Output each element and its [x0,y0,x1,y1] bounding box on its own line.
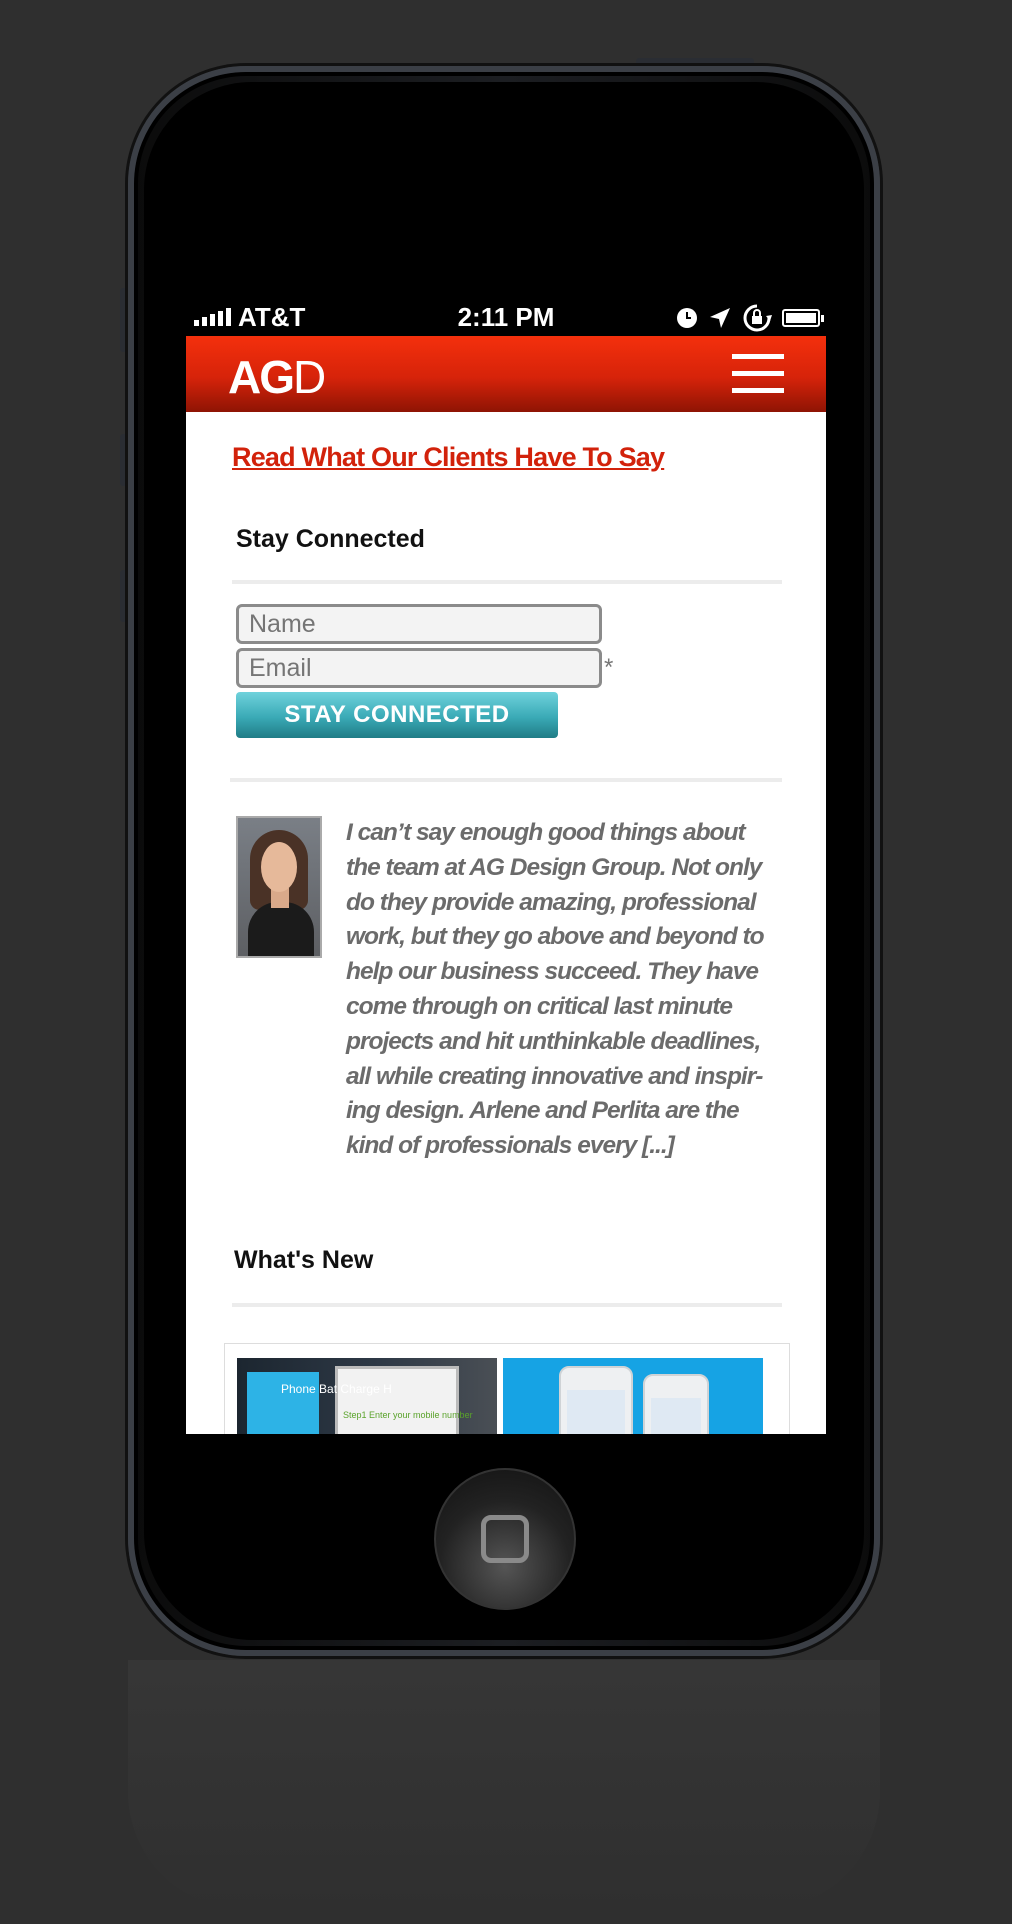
section-divider [232,1302,782,1307]
hamburger-menu-icon[interactable] [732,354,784,393]
project-thumbnail[interactable]: Phone Bat Charge H Step1 Enter your mobi… [237,1357,497,1434]
testimonial-quote: I can’t say enough good things about the… [346,819,765,1160]
name-input[interactable] [236,604,602,644]
email-input[interactable] [236,648,602,688]
home-button[interactable] [434,1468,576,1610]
section-divider [230,778,782,782]
thumbnail-caption: Phone Bat Charge H [281,1381,392,1396]
phone-reflection [128,1660,880,1910]
testimonial: I can’t say enough good things about the… [232,816,782,1164]
required-marker: * [604,654,614,681]
phone-screen: AT&T 2:11 PM AGD Read What Our Clients H… [186,298,826,1434]
logo-bold-text: AG [228,351,295,403]
client-photo [236,816,322,958]
project-thumbnail[interactable] [503,1357,763,1434]
mute-switch [120,288,128,352]
clock-icon [677,308,697,328]
clients-testimonials-link[interactable]: Read What Our Clients Have To Say [232,442,782,473]
battery-icon [782,309,824,327]
stay-connected-button[interactable]: STAY CONNECTED [236,692,558,738]
agd-logo[interactable]: AGD [228,350,326,404]
logo-thin-text: D [293,351,326,403]
volume-up-button [120,434,128,486]
whats-new-gallery: Phone Bat Charge H Step1 Enter your mobi… [224,1342,790,1434]
whats-new-title: What's New [234,1245,374,1274]
thumbnail-step-text: Step1 Enter your mobile number [343,1409,473,1420]
email-row: * [236,648,782,688]
stay-connected-title: Stay Connected [236,525,425,553]
rotation-lock-icon [743,304,772,332]
main-content: Read What Our Clients Have To Say Stay C… [186,442,826,1434]
power-button [636,58,754,66]
volume-down-button [120,570,128,622]
location-arrow-icon [710,308,730,328]
section-divider [232,580,782,584]
newsletter-form: * STAY CONNECTED [236,604,782,738]
site-header: AGD [186,336,826,412]
status-icons [676,304,824,332]
status-bar: AT&T 2:11 PM [186,298,826,336]
home-square-icon [481,1515,529,1563]
